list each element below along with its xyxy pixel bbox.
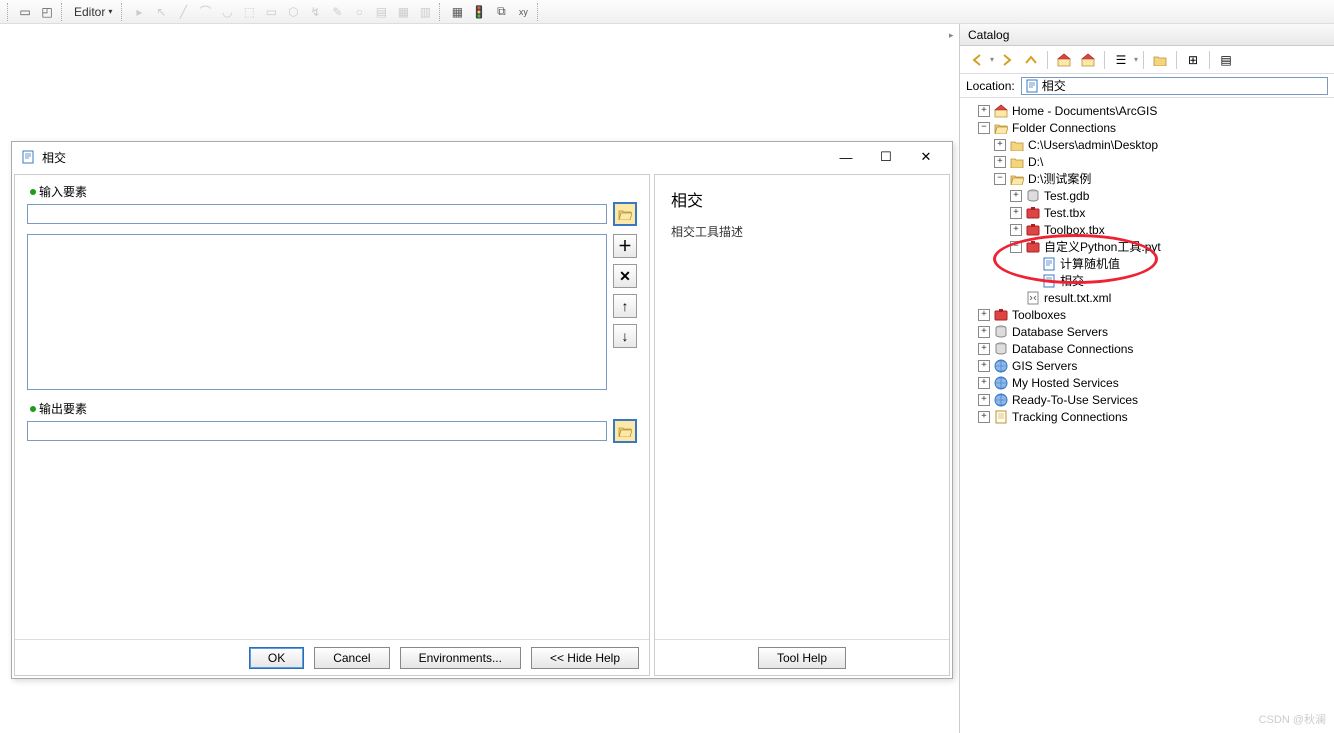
tree-node-hosted[interactable]: +My Hosted Services <box>962 374 1332 391</box>
tree-node-test-tbx[interactable]: +Test.tbx <box>962 204 1332 221</box>
tree-node-tracking[interactable]: +Tracking Connections <box>962 408 1332 425</box>
catalog-tree[interactable]: +Home - Documents\ArcGIS −Folder Connect… <box>960 98 1334 429</box>
edit-tool-10[interactable]: ✎ <box>327 2 347 22</box>
model-btn[interactable]: ▦ <box>447 2 467 22</box>
tool-help-panel: 相交 相交工具描述 Tool Help <box>654 174 950 676</box>
location-field[interactable]: 相交 <box>1021 77 1328 95</box>
tool-help-button[interactable]: Tool Help <box>758 647 846 669</box>
tree-node-desktop[interactable]: +C:\Users\admin\Desktop <box>962 136 1332 153</box>
dialog-title: 相交 <box>42 149 832 166</box>
edit-tool-13[interactable]: ▦ <box>393 2 413 22</box>
input-browse-button[interactable] <box>613 202 637 226</box>
tree-node-folder-connections[interactable]: −Folder Connections <box>962 119 1332 136</box>
help-description: 相交工具描述 <box>671 223 933 240</box>
tree-node-test-gdb[interactable]: +Test.gdb <box>962 187 1332 204</box>
connect-folder-button[interactable] <box>1149 49 1171 71</box>
group-btn[interactable]: ⧉ <box>491 2 511 22</box>
edit-tool-11[interactable]: ○ <box>349 2 369 22</box>
output-browse-button[interactable] <box>613 419 637 443</box>
tree-node-toolbox-tbx[interactable]: +Toolbox.tbx <box>962 221 1332 238</box>
edit-tool-2[interactable]: ↖ <box>151 2 171 22</box>
maximize-button[interactable]: ☐ <box>872 147 900 167</box>
tree-node-db-connections[interactable]: +Database Connections <box>962 340 1332 357</box>
location-label: Location: <box>966 79 1015 93</box>
nav-forward-button[interactable] <box>996 49 1018 71</box>
remove-button[interactable]: ✕ <box>613 264 637 288</box>
default-gdb-button[interactable] <box>1077 49 1099 71</box>
watermark: CSDN @秋澜 <box>1259 711 1326 727</box>
tree-node-python-toolbox[interactable]: −自定义Python工具.pyt <box>962 238 1332 255</box>
intersect-dialog: 相交 — ☐ ✕ 输入要素 ＋ ✕ <box>11 141 953 679</box>
tree-toggle-button[interactable]: ⊞ <box>1182 49 1204 71</box>
input-features-field[interactable] <box>27 204 607 224</box>
tree-node-test-case[interactable]: −D:\测试案例 <box>962 170 1332 187</box>
toolbar-btn-2[interactable]: ◰ <box>37 2 57 22</box>
catalog-toolbar: ▾ ☰ ▾ ⊞ ▤ <box>960 46 1334 74</box>
edit-tool-9[interactable]: ↯ <box>305 2 325 22</box>
home-button[interactable] <box>1053 49 1075 71</box>
edit-tool-8[interactable]: ⬡ <box>283 2 303 22</box>
tree-node-db-servers[interactable]: +Database Servers <box>962 323 1332 340</box>
minimize-button[interactable]: — <box>832 147 860 167</box>
options-button[interactable]: ▤ <box>1215 49 1237 71</box>
cancel-button[interactable]: Cancel <box>314 647 389 669</box>
edit-tool-3[interactable]: ╱ <box>173 2 193 22</box>
environments-button[interactable]: Environments... <box>400 647 521 669</box>
move-up-button[interactable]: ↑ <box>613 294 637 318</box>
tree-node-calc-random[interactable]: 计算随机值 <box>962 255 1332 272</box>
nav-up-button[interactable] <box>1020 49 1042 71</box>
move-down-button[interactable]: ↓ <box>613 324 637 348</box>
edit-tool-5[interactable]: ◡ <box>217 2 237 22</box>
list-view-button[interactable]: ☰ <box>1110 49 1132 71</box>
catalog-panel: Catalog ▾ ☰ ▾ ⊞ ▤ Location: 相交 +Home - D… <box>959 24 1334 733</box>
edit-tool-4[interactable]: ⌒ <box>195 2 215 22</box>
tree-node-d-drive[interactable]: +D:\ <box>962 153 1332 170</box>
required-indicator-icon <box>30 406 36 412</box>
main-toolbar: ▭ ◰ Editor▾ ▸ ↖ ╱ ⌒ ◡ ⬚ ▭ ⬡ ↯ ✎ ○ ▤ ▦ ▥ … <box>0 0 1334 24</box>
tree-node-intersect[interactable]: 相交 <box>962 272 1332 289</box>
ok-button[interactable]: OK <box>249 647 304 669</box>
required-indicator-icon <box>30 189 36 195</box>
output-features-field[interactable] <box>27 421 607 441</box>
edit-tool-7[interactable]: ▭ <box>261 2 281 22</box>
script-icon <box>1025 79 1039 93</box>
input-features-label: 输入要素 <box>39 183 637 200</box>
tool-parameters-panel: 输入要素 ＋ ✕ ↑ ↓ 输出要素 <box>14 174 650 676</box>
nav-back-button[interactable] <box>966 49 988 71</box>
edit-tool-6[interactable]: ⬚ <box>239 2 259 22</box>
add-button[interactable]: ＋ <box>613 234 637 258</box>
output-features-label: 输出要素 <box>39 400 637 417</box>
hide-help-button[interactable]: << Hide Help <box>531 647 639 669</box>
help-title: 相交 <box>671 187 933 211</box>
editor-dropdown[interactable]: Editor▾ <box>68 2 118 22</box>
xy-btn[interactable]: xy <box>513 2 533 22</box>
traffic-light-icon[interactable]: 🚦 <box>469 2 489 22</box>
tree-node-ready[interactable]: +Ready-To-Use Services <box>962 391 1332 408</box>
dialog-titlebar[interactable]: 相交 — ☐ ✕ <box>12 142 952 172</box>
toolbar-btn-1[interactable]: ▭ <box>15 2 35 22</box>
tree-node-toolboxes[interactable]: +Toolboxes <box>962 306 1332 323</box>
edit-tool-12[interactable]: ▤ <box>371 2 391 22</box>
edit-tool-14[interactable]: ▥ <box>415 2 435 22</box>
dialog-script-icon <box>20 149 36 165</box>
catalog-header: Catalog <box>960 24 1334 46</box>
location-value: 相交 <box>1042 77 1066 94</box>
tree-node-gis-servers[interactable]: +GIS Servers <box>962 357 1332 374</box>
tree-node-home[interactable]: +Home - Documents\ArcGIS <box>962 102 1332 119</box>
input-features-list[interactable] <box>27 234 607 390</box>
edit-tool-1[interactable]: ▸ <box>129 2 149 22</box>
tree-node-result-xml[interactable]: result.txt.xml <box>962 289 1332 306</box>
close-button[interactable]: ✕ <box>912 147 940 167</box>
